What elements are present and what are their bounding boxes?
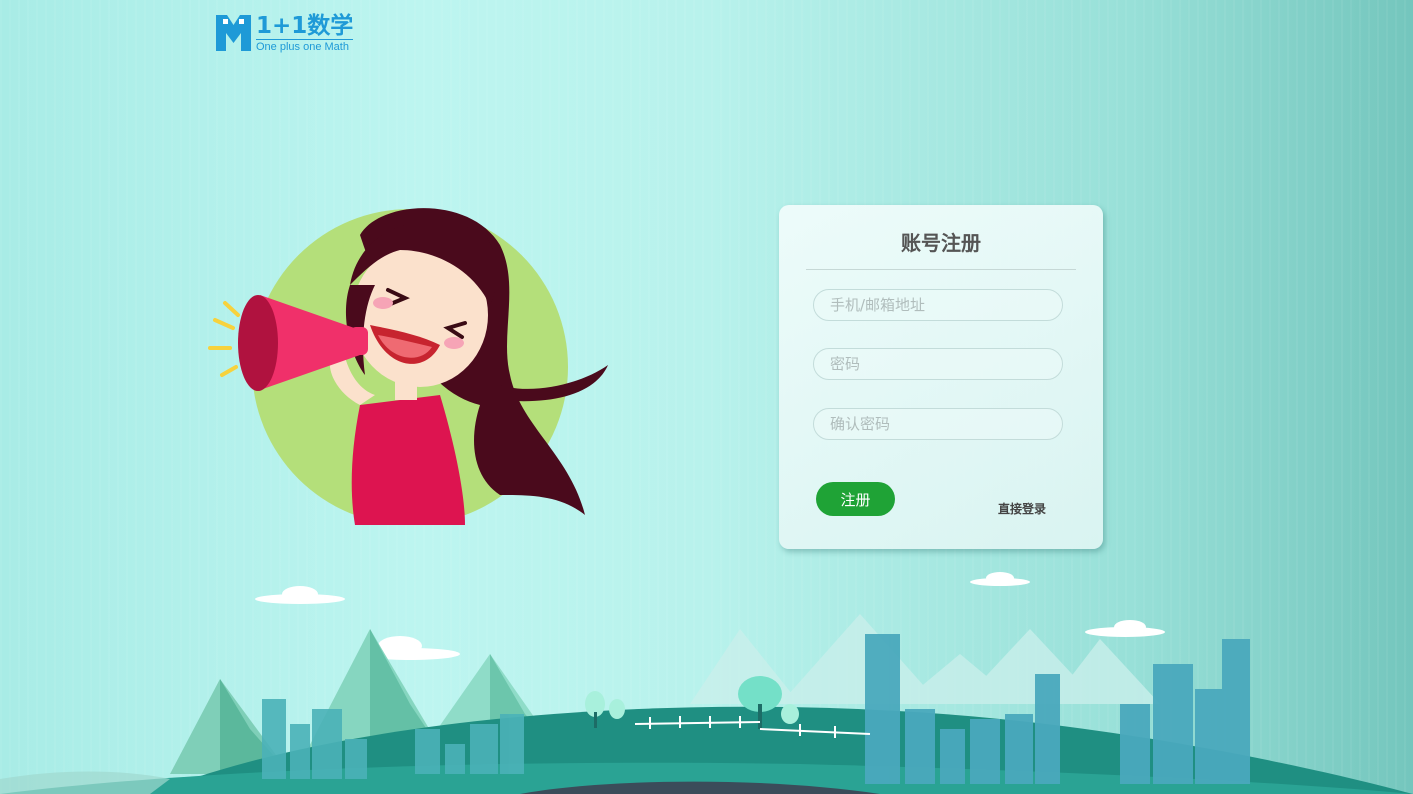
logo-subtitle: One plus one Math (256, 39, 354, 54)
title-divider (806, 269, 1076, 270)
direct-login-link[interactable]: 直接登录 (998, 500, 1046, 517)
site-logo[interactable]: 1+1数学 One plus one Math (215, 13, 354, 54)
register-title: 账号注册 (901, 231, 981, 255)
city-landscape-illustration (0, 572, 1413, 794)
register-card: 账号注册 注册 直接登录 (779, 205, 1103, 549)
account-input[interactable] (813, 289, 1063, 321)
register-button[interactable]: 注册 (816, 482, 895, 516)
password-input[interactable] (813, 348, 1063, 380)
confirm-password-input[interactable] (813, 408, 1063, 440)
girl-megaphone-illustration (208, 208, 608, 525)
logo-m-icon (216, 15, 251, 51)
logo-title: 1+1数学 (256, 13, 354, 39)
